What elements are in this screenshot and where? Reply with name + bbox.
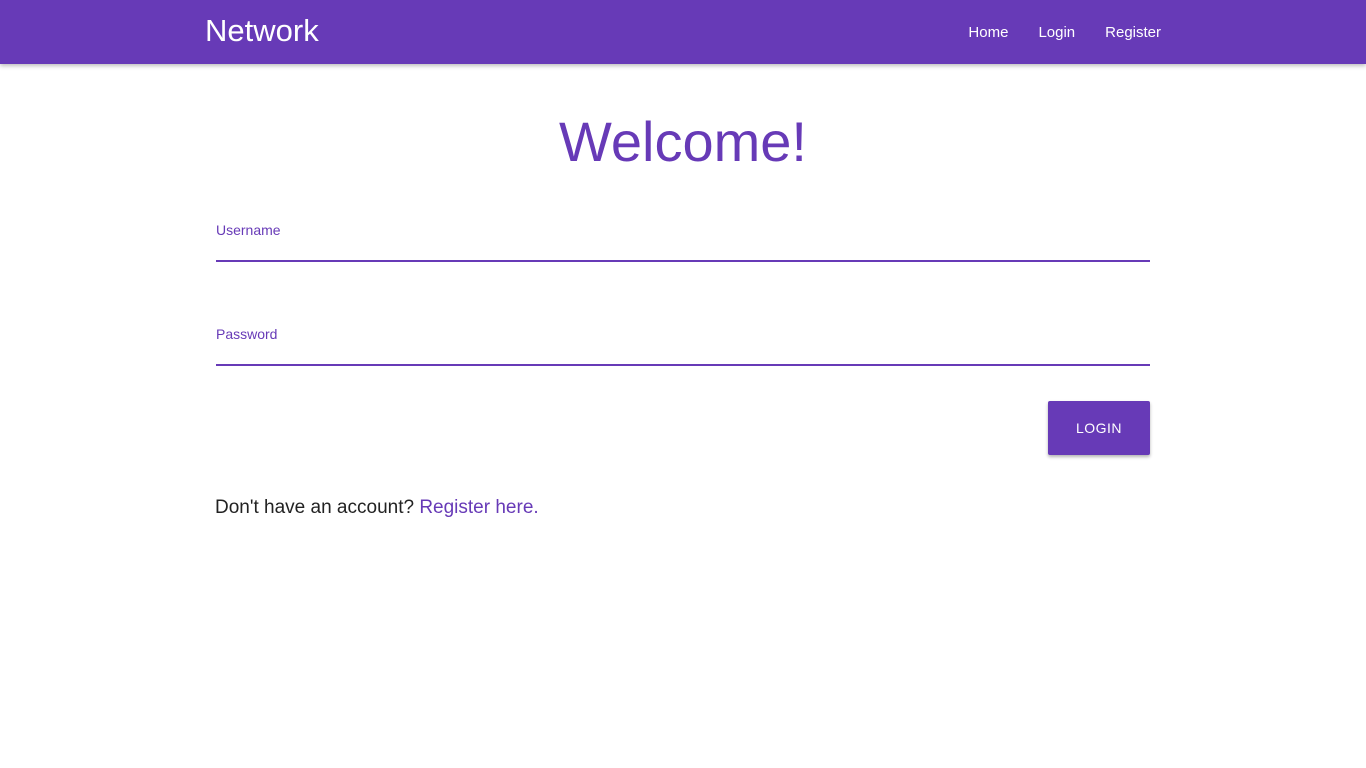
nav-links: Home Login Register bbox=[938, 0, 1161, 64]
nav-link-login[interactable]: Login bbox=[1038, 24, 1075, 41]
username-field-group: Username bbox=[216, 222, 1150, 262]
username-label: Username bbox=[216, 222, 281, 238]
page-title: Welcome! bbox=[559, 110, 807, 173]
nav-link-home[interactable]: Home bbox=[968, 24, 1008, 41]
register-prompt-line: Don't have an account? Register here. bbox=[215, 497, 539, 519]
register-here-link[interactable]: Register here. bbox=[419, 497, 538, 518]
top-navbar: Network Home Login Register bbox=[0, 0, 1366, 64]
login-button[interactable]: LOGIN bbox=[1048, 401, 1150, 455]
password-label: Password bbox=[216, 326, 278, 342]
username-input[interactable] bbox=[216, 240, 1150, 262]
password-input[interactable] bbox=[216, 344, 1150, 366]
brand-logo-link[interactable]: Network bbox=[205, 0, 319, 64]
nav-link-register[interactable]: Register bbox=[1105, 24, 1161, 41]
password-field-group: Password bbox=[216, 326, 1150, 366]
register-prompt-text: Don't have an account? bbox=[215, 497, 415, 518]
